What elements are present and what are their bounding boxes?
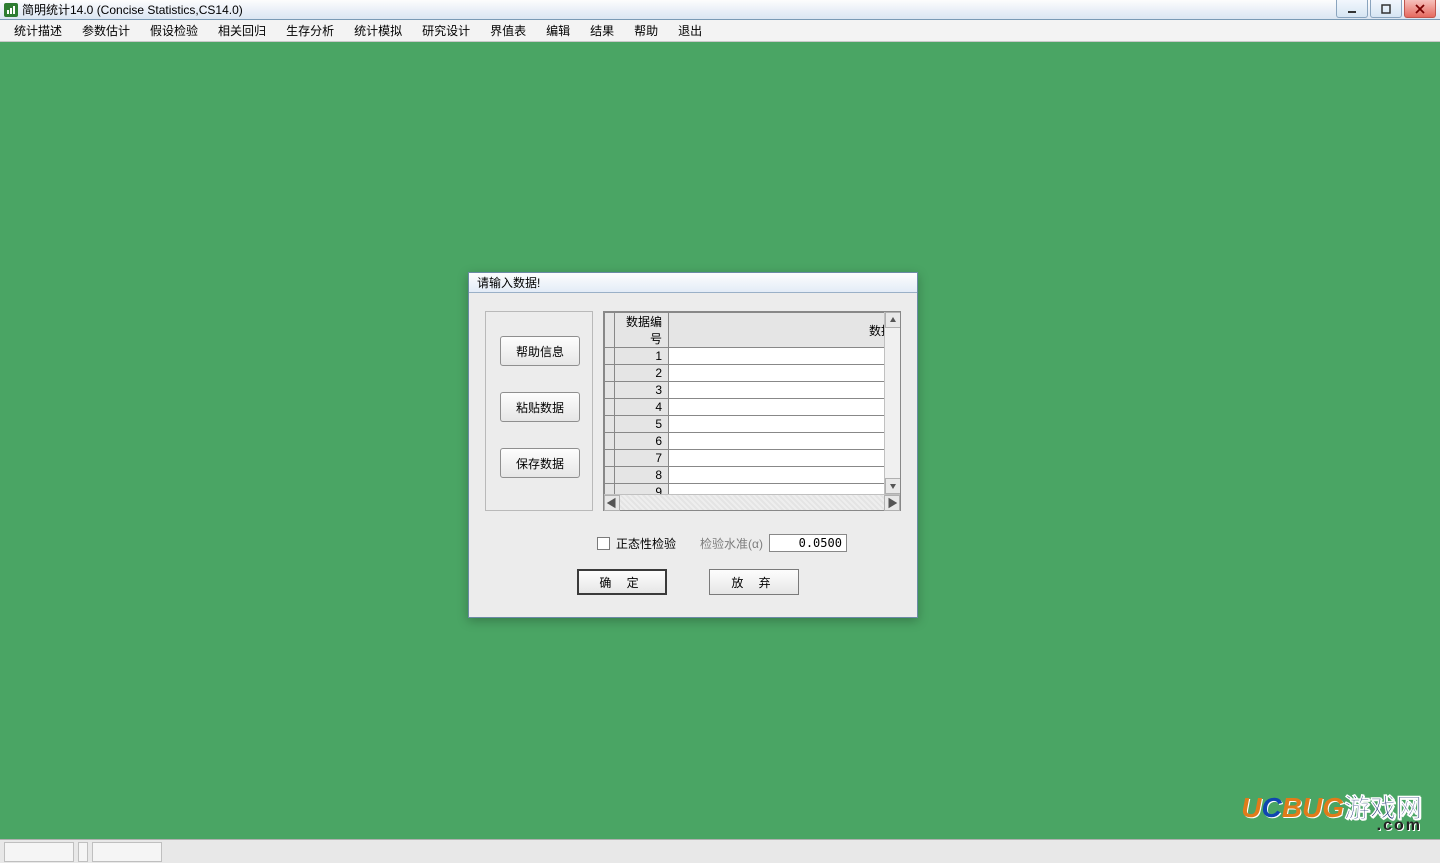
dialog-title: 请输入数据!	[469, 273, 917, 293]
dialog-button-row: 确 定 放 弃	[577, 569, 799, 595]
scroll-down-arrow-icon[interactable]	[885, 478, 900, 494]
data-cell[interactable]	[669, 382, 900, 399]
row-number: 9	[615, 484, 669, 495]
row-number: 4	[615, 399, 669, 416]
table-row[interactable]: 2	[605, 365, 900, 382]
menu-item[interactable]: 退出	[668, 20, 712, 41]
table-row[interactable]: 6	[605, 433, 900, 450]
menu-item[interactable]: 帮助	[624, 20, 668, 41]
grid-header-row: 数据编号 数据	[605, 313, 900, 348]
data-grid[interactable]: 数据编号 数据 1 2 3 4 5 6 7 8 9	[603, 311, 901, 511]
menu-item[interactable]: 相关回归	[208, 20, 276, 41]
window-maximize-button[interactable]	[1370, 0, 1402, 18]
normality-checkbox[interactable]	[597, 537, 610, 550]
scroll-track[interactable]	[620, 495, 884, 510]
menu-item[interactable]: 生存分析	[276, 20, 344, 41]
alpha-label: 检验水准(α)	[700, 535, 763, 552]
data-cell[interactable]	[669, 399, 900, 416]
row-number: 6	[615, 433, 669, 450]
options-row: 正态性检验 检验水准(α) 0.0500	[597, 531, 907, 555]
window-titlebar: 简明统计14.0 (Concise Statistics,CS14.0)	[0, 0, 1440, 20]
row-number: 2	[615, 365, 669, 382]
workspace: 请输入数据! 帮助信息 粘贴数据 保存数据 数据编号 数据 1	[0, 42, 1440, 839]
watermark: UCBUG游戏网 .com	[1241, 795, 1422, 833]
watermark-text: C	[1262, 792, 1282, 823]
alpha-input[interactable]: 0.0500	[769, 534, 847, 552]
row-number: 5	[615, 416, 669, 433]
scroll-right-arrow-icon[interactable]	[884, 495, 900, 511]
grid-col-id[interactable]: 数据编号	[615, 313, 669, 348]
row-number: 3	[615, 382, 669, 399]
data-cell[interactable]	[669, 450, 900, 467]
scroll-left-arrow-icon[interactable]	[604, 495, 620, 511]
data-cell[interactable]	[669, 348, 900, 365]
watermark-text: U	[1241, 792, 1261, 823]
input-data-dialog: 请输入数据! 帮助信息 粘贴数据 保存数据 数据编号 数据 1	[468, 272, 918, 618]
table-row[interactable]: 5	[605, 416, 900, 433]
help-info-button[interactable]: 帮助信息	[500, 336, 580, 366]
save-data-button[interactable]: 保存数据	[500, 448, 580, 478]
ok-button[interactable]: 确 定	[577, 569, 667, 595]
table-row[interactable]: 4	[605, 399, 900, 416]
status-segment	[92, 842, 162, 862]
grid-corner-cell	[605, 313, 615, 348]
table-row[interactable]: 3	[605, 382, 900, 399]
data-cell[interactable]	[669, 433, 900, 450]
menu-item[interactable]: 研究设计	[412, 20, 480, 41]
side-button-group: 帮助信息 粘贴数据 保存数据	[485, 311, 593, 511]
data-cell[interactable]	[669, 467, 900, 484]
menu-item[interactable]: 界值表	[480, 20, 536, 41]
grid-col-data[interactable]: 数据	[669, 313, 900, 348]
row-number: 7	[615, 450, 669, 467]
paste-data-button[interactable]: 粘贴数据	[500, 392, 580, 422]
window-close-button[interactable]	[1404, 0, 1436, 18]
data-cell[interactable]	[669, 416, 900, 433]
watermark-text: 游戏网	[1344, 794, 1422, 823]
table-row[interactable]: 8	[605, 467, 900, 484]
watermark-sub: .com	[1241, 819, 1422, 833]
normality-label: 正态性检验	[616, 535, 676, 552]
status-strip	[0, 839, 1440, 863]
watermark-text: BUG	[1282, 792, 1344, 823]
dialog-body: 帮助信息 粘贴数据 保存数据 数据编号 数据 1 2 3	[469, 293, 917, 617]
table-row[interactable]: 9	[605, 484, 900, 495]
app-icon	[4, 3, 18, 17]
row-number: 1	[615, 348, 669, 365]
menu-bar: 统计描述 参数估计 假设检验 相关回归 生存分析 统计模拟 研究设计 界值表 编…	[0, 20, 1440, 42]
horizontal-scrollbar[interactable]	[604, 494, 900, 510]
data-cell[interactable]	[669, 365, 900, 382]
menu-item[interactable]: 编辑	[536, 20, 580, 41]
menu-item[interactable]: 参数估计	[72, 20, 140, 41]
table-row[interactable]: 1	[605, 348, 900, 365]
menu-item[interactable]: 统计描述	[4, 20, 72, 41]
grid-scroll-area[interactable]: 数据编号 数据 1 2 3 4 5 6 7 8 9	[604, 312, 900, 494]
menu-item[interactable]: 统计模拟	[344, 20, 412, 41]
status-segment	[78, 842, 88, 862]
menu-item[interactable]: 假设检验	[140, 20, 208, 41]
scroll-up-arrow-icon[interactable]	[885, 312, 900, 328]
cancel-button[interactable]: 放 弃	[709, 569, 799, 595]
menu-item[interactable]: 结果	[580, 20, 624, 41]
row-number: 8	[615, 467, 669, 484]
table-row[interactable]: 7	[605, 450, 900, 467]
data-cell[interactable]	[669, 484, 900, 495]
status-segment	[4, 842, 74, 862]
window-title: 简明统计14.0 (Concise Statistics,CS14.0)	[22, 1, 243, 18]
vertical-scrollbar[interactable]	[884, 312, 900, 494]
window-minimize-button[interactable]	[1336, 0, 1368, 18]
